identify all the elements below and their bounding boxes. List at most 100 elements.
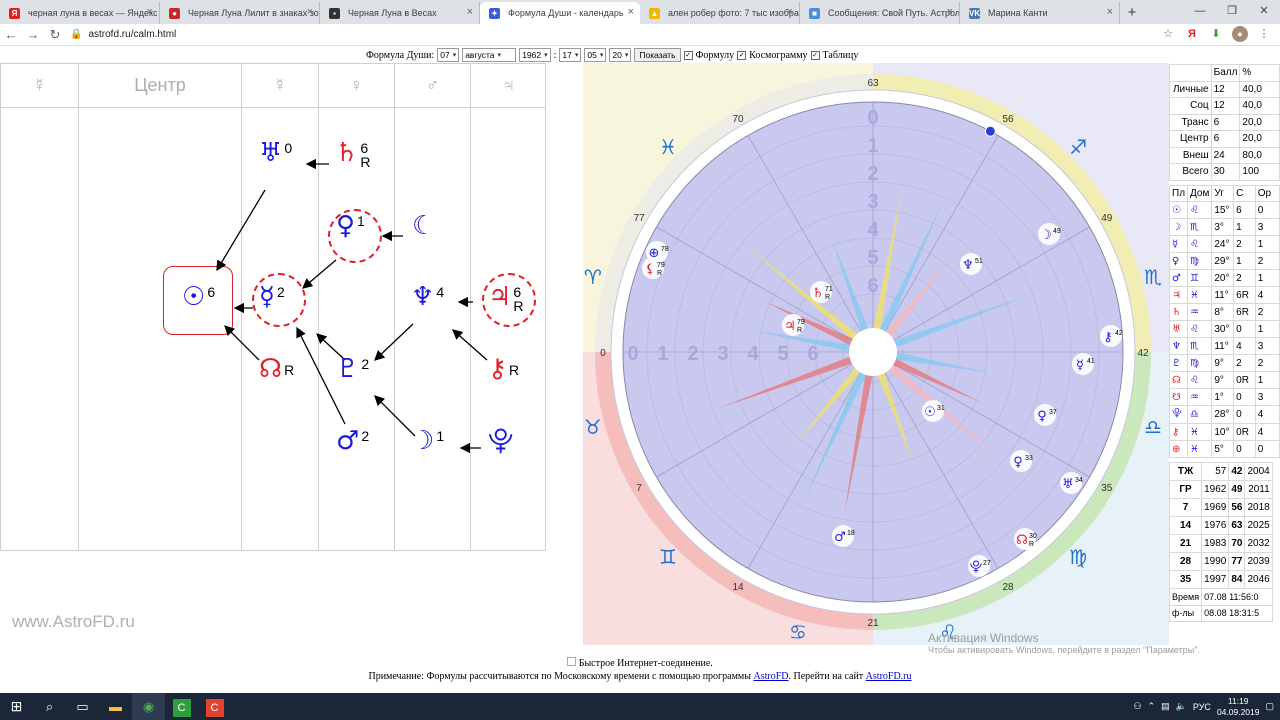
score-header-blank [1169,64,1212,82]
close-tab-icon[interactable]: × [307,6,313,18]
age-scale-label: 21 [867,618,879,629]
tab-favicon-icon: ■ [809,8,820,19]
minimize-icon[interactable]: — [1184,0,1216,22]
age-scale-label: 77 [634,213,646,224]
month-select[interactable]: августа [462,48,517,62]
node-score: 1 [357,214,365,228]
planet-glyph-icon: ☊ [1168,371,1189,389]
retrograde-marker: R [1029,541,1034,548]
planet-cell: 20° [1211,269,1235,287]
network-icon[interactable]: ▤ [1161,701,1170,712]
close-tab-icon[interactable]: × [147,6,153,18]
tab-favicon-icon: Я [9,8,20,19]
planet-cell: 24° [1211,235,1235,253]
close-tab-icon[interactable]: × [787,6,793,18]
formula-node-chiron: ⚷ R [488,354,519,384]
age-cell: 28 [1168,552,1203,571]
house-sign-icon: ♓ [1187,423,1213,441]
year-select[interactable]: 1962 [519,48,551,62]
planet-row: ☽ ♏ 3° 1 3 [1168,218,1280,236]
age-cell: 1997 [1201,570,1230,589]
star-icon[interactable]: ☆ [1160,26,1176,42]
planet-degree-label: 41 [1087,358,1095,365]
planet-cell: 2 [1233,235,1256,253]
start-icon[interactable]: ⊞ [0,693,33,720]
table-checkbox[interactable]: ✓ [810,50,820,60]
browser-tab[interactable]: ✦ Формула Души - календарь × [480,2,640,24]
planet-cell: 1 [1254,269,1280,287]
forward-icon[interactable]: → [22,27,44,42]
browser-tab[interactable]: ■ Сообщения: Свой Путь. Астрол × [800,2,960,24]
menu-icon[interactable]: ⋮ [1256,26,1272,42]
note-row: Примечание: Формулы рассчитываются по Мо… [0,671,1280,682]
node-number: 4 [436,284,445,300]
people-icon[interactable]: ⚇ [1134,701,1142,712]
chrome-icon[interactable]: ◉ [132,693,165,720]
yandex-ext-icon[interactable]: Я [1184,26,1200,42]
address-bar: ← → ↻ 🔒 astrofd.ru/calm.html ☆ Я ⬇ ● ⋮ [0,24,1280,46]
close-tab-icon[interactable]: × [628,6,634,18]
minute-select[interactable]: 05 [584,48,607,62]
browser-tab[interactable]: ● Черная Луна Лилит в знаках зо × [160,2,320,24]
jupiter-icon: ♃ [488,282,512,312]
age-cell: 49 [1228,480,1246,499]
score-row: Внеш 24 80,0 [1169,146,1280,164]
formula-checkbox-label: Формулу [695,49,735,61]
green-app-icon[interactable]: C [165,693,198,720]
browser-tab[interactable]: ▪ Черная Луна в Весах × [320,2,480,24]
search-icon[interactable]: ⌕ [33,693,66,720]
clock[interactable]: 11:19 04.09.2019 [1217,696,1260,718]
planet-header: Дом [1187,184,1213,202]
hour-select[interactable]: 17 [559,48,582,62]
planet-row: ♂ ♊ 20° 2 1 [1168,269,1280,287]
notifications-icon[interactable]: ▢ [1265,701,1274,712]
url-field[interactable]: astrofd.ru/calm.html [88,29,176,40]
avatar[interactable]: ● [1232,26,1248,42]
second-select[interactable]: 20 [609,48,632,62]
close-window-icon[interactable]: ✕ [1248,0,1280,22]
house-sign-icon: ♍ [1187,354,1213,372]
clock-date: 04.09.2019 [1216,706,1260,717]
node-score: R [509,357,519,377]
planet-glyph-icon: ☿ [1168,235,1189,253]
planet-degree-label: 33 [1025,455,1033,462]
new-tab-button[interactable]: + [1120,2,1144,24]
browser-tab[interactable]: Ячерная луна в весах — Яндекс × [0,2,160,24]
astrofd-site-link[interactable]: AstroFD.ru [866,671,912,682]
inner-scale-label: 6 [867,275,878,297]
planet-cell: 8° [1211,303,1235,321]
astrofd-program-link[interactable]: AstroFD [753,671,788,682]
age-cell: ТЖ [1168,462,1203,481]
soul-formula-table: ☿ Центр ☿ ♀ ♂ ♃ ♅ 0 ♄ 6 R ♀ 1 ☾ ☉ 6 ☿ 2 … [0,63,546,551]
planet-glyph-icon: ♀ [1168,252,1189,270]
volume-icon[interactable]: 🔈 [1176,701,1187,712]
day-select[interactable]: 07 [437,48,460,62]
planet-glyph-icon: ♆ [962,258,974,273]
planet-cell: 5° [1211,440,1235,458]
chevron-up-icon[interactable]: ⌃ [1148,701,1156,712]
close-tab-icon[interactable]: × [1107,6,1113,18]
browser-tab[interactable]: VK Марина Канти × [960,2,1120,24]
restore-icon[interactable]: ❐ [1216,0,1248,22]
close-tab-icon[interactable]: × [947,6,953,18]
close-tab-icon[interactable]: × [467,6,473,18]
red-app-icon[interactable]: C [198,693,231,720]
neptune-icon: ♆ [411,282,435,312]
planet-cell: 3° [1211,218,1235,236]
fast-internet-checkbox[interactable] [567,657,577,666]
cosmogram-checkbox[interactable]: ✓ [737,50,747,60]
download-ext-icon[interactable]: ⬇ [1208,26,1224,42]
language-indicator[interactable]: РУС [1193,702,1211,712]
back-icon[interactable]: ← [0,27,22,42]
task-view-icon[interactable]: ▭ [66,693,99,720]
formula-checkbox[interactable]: ✓ [683,50,693,60]
lock-icon[interactable]: 🔒 [70,29,82,40]
browser-tab[interactable]: ▲ ален робер фото: 7 тыс изображ × [640,2,800,24]
node-score: 6 [207,285,215,299]
reload-icon[interactable]: ↻ [44,27,66,43]
planet-degree-label: 30 [1029,533,1037,540]
planet-cell: 3 [1254,337,1280,355]
show-button[interactable]: Показать [634,48,681,62]
planet-row: ⚷ ♓ 10° 0R 4 [1168,423,1280,441]
file-explorer-icon[interactable]: ▬ [99,693,132,720]
